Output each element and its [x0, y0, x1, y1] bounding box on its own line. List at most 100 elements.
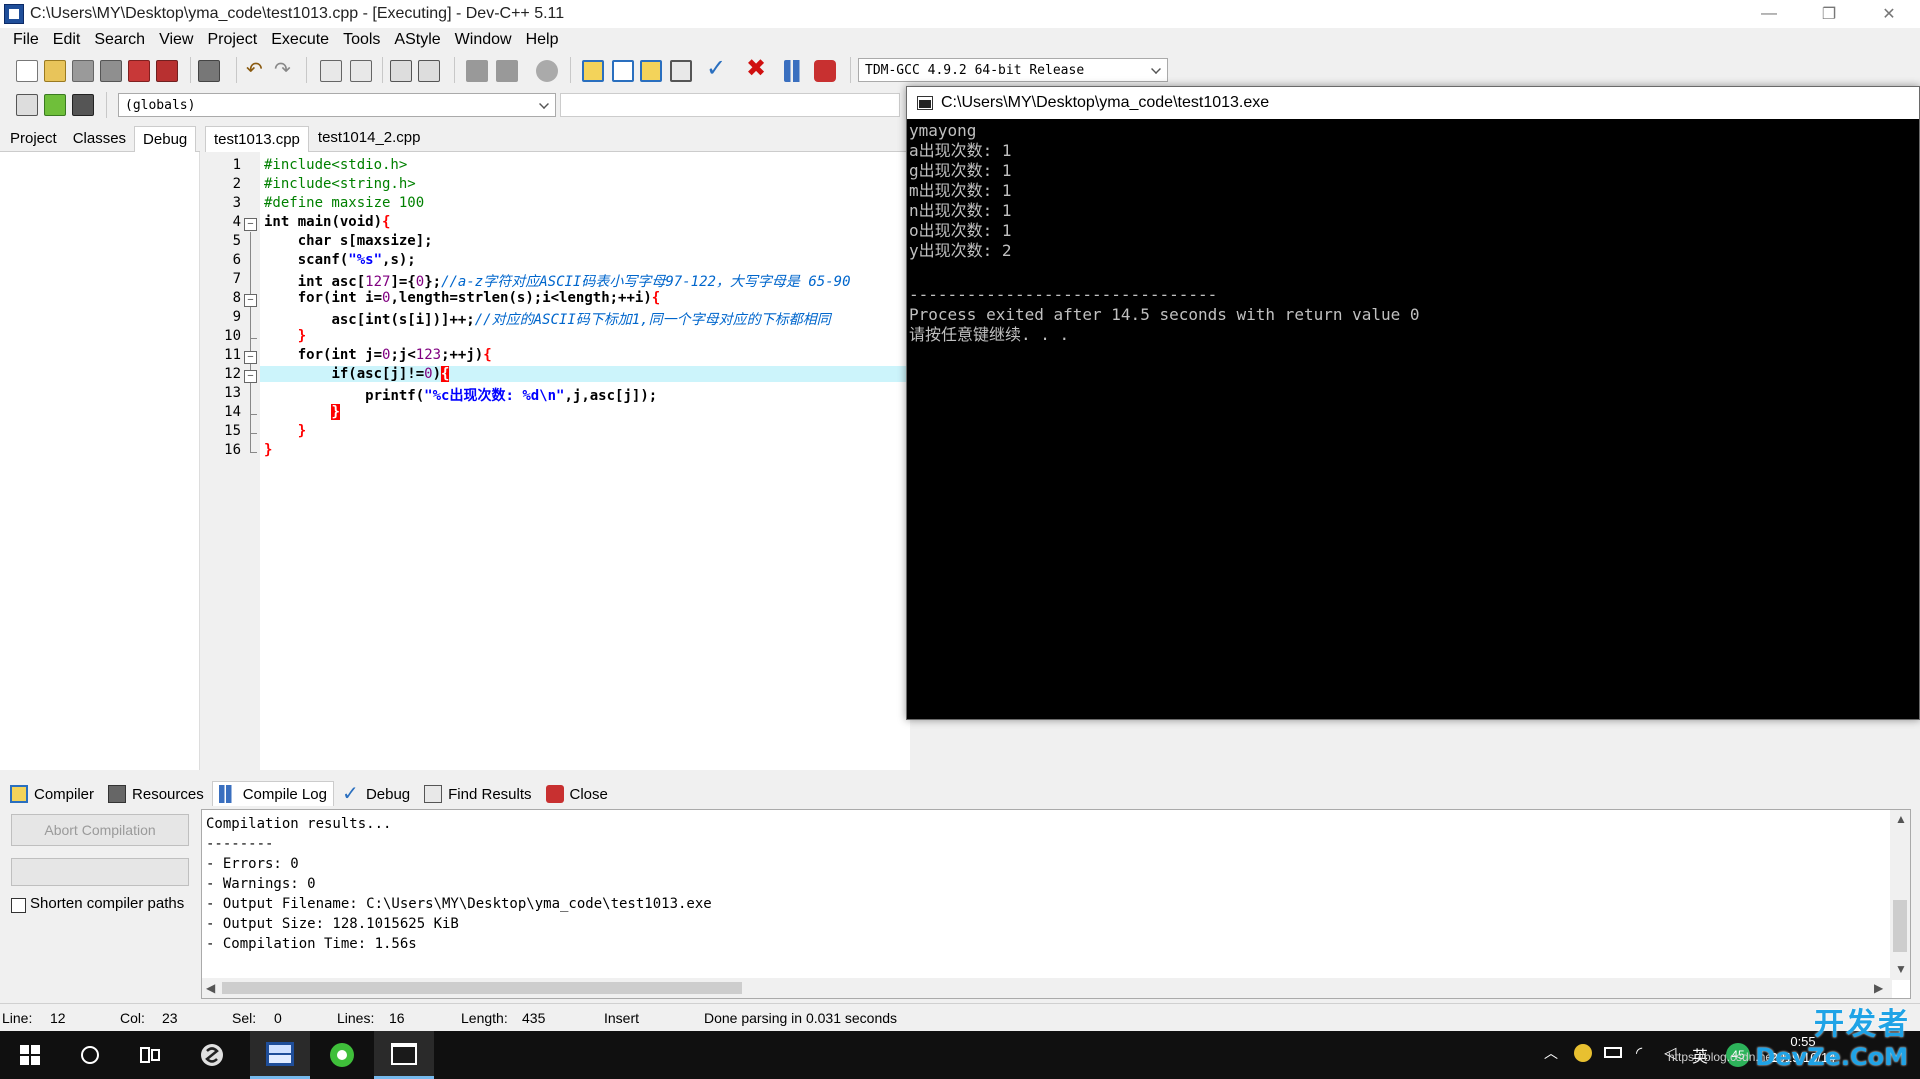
- shorten-paths-checkbox[interactable]: [11, 898, 26, 913]
- tab-classes[interactable]: Classes: [65, 126, 134, 151]
- battery-icon[interactable]: [1604, 1047, 1622, 1058]
- tray-app-icon[interactable]: [1574, 1044, 1592, 1062]
- tab-label: Resources: [132, 785, 204, 803]
- menu-tools[interactable]: Tools: [336, 31, 387, 49]
- tab-compile-log[interactable]: Compile Log: [211, 781, 334, 806]
- save-icon[interactable]: [72, 60, 94, 82]
- member-select[interactable]: [560, 93, 900, 117]
- code-line-16: }: [264, 442, 272, 458]
- open-file-icon[interactable]: [44, 60, 66, 82]
- compile-run-icon[interactable]: [640, 60, 662, 82]
- delete-profile-icon[interactable]: [814, 60, 836, 82]
- fold-collapse-icon[interactable]: −: [244, 351, 257, 364]
- menu-window[interactable]: Window: [448, 31, 519, 49]
- task-view-icon[interactable]: [120, 1031, 180, 1079]
- goto-icon[interactable]: [44, 94, 66, 116]
- menu-file[interactable]: File: [6, 31, 46, 49]
- fold-collapse-icon[interactable]: −: [244, 294, 257, 307]
- compile-icon[interactable]: [582, 60, 604, 82]
- run-icon[interactable]: [612, 60, 634, 82]
- windows-start-icon[interactable]: [0, 1031, 60, 1079]
- preprocessor: #include<stdio.h>: [264, 157, 408, 173]
- tab-test1013[interactable]: test1013.cpp: [205, 126, 309, 152]
- log-horizontal-scrollbar[interactable]: ◀ ▶: [202, 978, 1892, 998]
- tab-close[interactable]: Close: [540, 782, 614, 806]
- code-text: scanf(: [297, 252, 349, 268]
- console-taskbar-icon[interactable]: [374, 1031, 434, 1079]
- replace-icon[interactable]: [350, 60, 372, 82]
- fold-collapse-icon[interactable]: −: [244, 370, 257, 383]
- keyword: int: [331, 347, 357, 363]
- tab-label: Close: [569, 785, 608, 803]
- tab-debug-left[interactable]: Debug: [134, 126, 197, 152]
- left-panel: [0, 124, 200, 770]
- toggle-bookmark-icon[interactable]: [536, 60, 558, 82]
- app-s-icon[interactable]: [182, 1031, 242, 1079]
- code-line-3: #define maxsize 100: [264, 195, 424, 211]
- fold-end-marker: [250, 433, 257, 434]
- tab-project[interactable]: Project: [2, 126, 65, 151]
- scope-select[interactable]: (globals): [118, 93, 556, 117]
- tab-resources[interactable]: Resources: [102, 782, 210, 806]
- rebuild-all-icon[interactable]: [670, 60, 692, 82]
- redo-icon[interactable]: ↷: [274, 60, 296, 82]
- console-window[interactable]: C:\Users\MY\Desktop\yma_code\test1013.ex…: [906, 86, 1920, 720]
- save-all-icon[interactable]: [100, 60, 122, 82]
- abort-compilation-button[interactable]: Abort Compilation: [11, 814, 189, 846]
- tab-label: Find Results: [448, 785, 532, 803]
- status-bar: Line: 12 Col: 23 Sel: 0 Lines: 16 Length…: [0, 1003, 1920, 1031]
- menu-execute[interactable]: Execute: [264, 31, 336, 49]
- close-all-icon[interactable]: [156, 60, 178, 82]
- stop-execution-icon[interactable]: ✖: [746, 57, 768, 81]
- print-icon[interactable]: [198, 60, 220, 82]
- wifi-icon[interactable]: ◜: [1636, 1043, 1642, 1063]
- menu-project[interactable]: Project: [200, 31, 264, 49]
- indent-icon[interactable]: [466, 60, 488, 82]
- fold-guide: [250, 232, 251, 452]
- horizontal-scroll-thumb[interactable]: [222, 982, 742, 994]
- search-circle-icon[interactable]: [60, 1031, 120, 1079]
- scroll-left-icon[interactable]: ◀: [206, 981, 215, 995]
- goto-line-icon[interactable]: [418, 60, 440, 82]
- code-line-6: scanf("%s",s);: [264, 252, 416, 268]
- syntax-check-icon[interactable]: ✓: [706, 57, 728, 81]
- compiler-select[interactable]: TDM-GCC 4.9.2 64-bit Release: [858, 58, 1168, 82]
- close-window-button[interactable]: ✕: [1860, 0, 1918, 28]
- toggle-icon[interactable]: [72, 94, 94, 116]
- find-icon[interactable]: [320, 60, 342, 82]
- undo-icon[interactable]: ↶: [246, 60, 268, 82]
- insert-icon[interactable]: [16, 94, 38, 116]
- tab-compiler[interactable]: Compiler: [4, 782, 100, 806]
- restore-button[interactable]: ❐: [1800, 0, 1858, 28]
- menu-astyle[interactable]: AStyle: [387, 31, 447, 49]
- vertical-scroll-thumb[interactable]: [1893, 900, 1907, 952]
- menu-view[interactable]: View: [152, 31, 200, 49]
- code-line-15: }: [264, 423, 306, 439]
- browser-taskbar-icon[interactable]: [312, 1031, 372, 1079]
- fold-collapse-icon[interactable]: −: [244, 218, 257, 231]
- matched-brace: {: [441, 366, 450, 382]
- console-title-bar[interactable]: C:\Users\MY\Desktop\yma_code\test1013.ex…: [907, 87, 1919, 119]
- unindent-icon[interactable]: [496, 60, 518, 82]
- devcpp-taskbar-icon[interactable]: [250, 1031, 310, 1079]
- new-file-icon[interactable]: [16, 60, 38, 82]
- minimize-button[interactable]: —: [1740, 0, 1798, 28]
- tray-expand-icon[interactable]: ︿: [1544, 1043, 1558, 1063]
- code-text: ,length=strlen(s);i<length;++i): [390, 290, 652, 306]
- tab-test1014-2[interactable]: test1014_2.cpp: [309, 124, 430, 151]
- find-next-icon[interactable]: [390, 60, 412, 82]
- tab-debug-bottom[interactable]: ✓ Debug: [336, 782, 416, 806]
- scroll-right-icon[interactable]: ▶: [1874, 981, 1883, 995]
- scroll-up-icon[interactable]: ▲: [1895, 812, 1907, 826]
- compile-progress-bar: [11, 858, 189, 886]
- menu-edit[interactable]: Edit: [46, 31, 88, 49]
- menu-help[interactable]: Help: [519, 31, 566, 49]
- scroll-down-icon[interactable]: ▼: [1895, 962, 1907, 976]
- profile-chart-icon[interactable]: [784, 60, 806, 82]
- compile-log-output[interactable]: Compilation results... -------- - Errors…: [201, 809, 1911, 999]
- tab-find-results[interactable]: Find Results: [418, 782, 537, 806]
- close-file-icon[interactable]: [128, 60, 150, 82]
- code-editor[interactable]: 1 2 3 4 5 6 7 8 9 10 11 12 13 14 15 16 −…: [205, 152, 910, 770]
- log-vertical-scrollbar[interactable]: ▲ ▼: [1890, 810, 1910, 980]
- menu-search[interactable]: Search: [87, 31, 152, 49]
